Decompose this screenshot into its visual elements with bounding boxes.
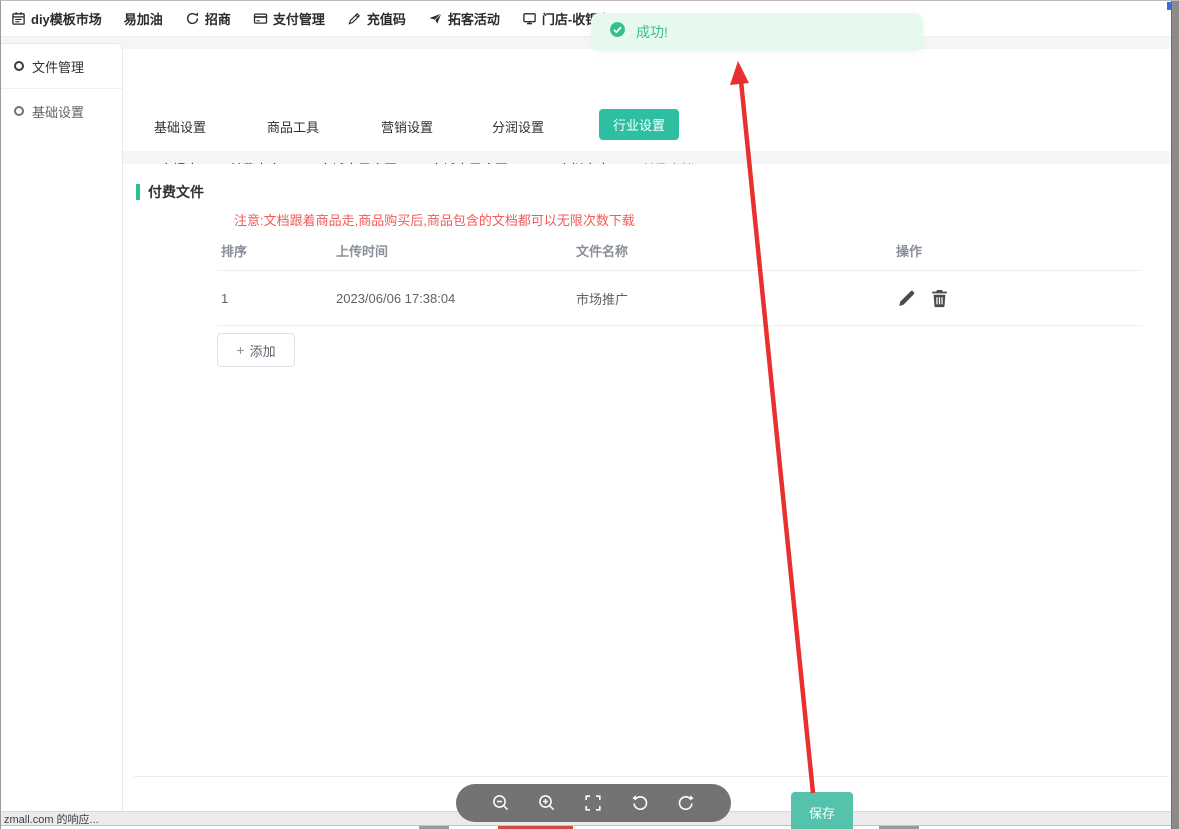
tab-basic-settings[interactable]: 基础设置 [154,117,206,136]
image-viewer-toolbar [456,784,731,822]
nav-item-yijiayou[interactable]: 易加油 [124,9,163,28]
files-table: 排序 上传时间 文件名称 操作 1 2023/06/06 17:38:04 市场… [217,230,1142,326]
top-navigation: diy模板市场 易加油 招商 支付管理 充值码 拓客活动 门店-收银台 [1,1,1173,37]
circle-icon [14,106,24,116]
cell-upload-time: 2023/06/06 17:38:04 [332,291,572,306]
card-icon [253,11,268,26]
cell-sort: 1 [217,291,332,306]
fullscreen-icon[interactable] [583,793,603,813]
save-button[interactable]: 保存 [791,792,853,829]
nav-item-label: 充值码 [367,9,406,28]
section-header: 付费文件 [136,182,204,202]
calendar-icon [11,11,26,26]
tab-product-tools[interactable]: 商品工具 [267,117,319,136]
nav-item-label: 招商 [205,9,231,28]
bottom-edge-line [1,825,1179,826]
toast-message: 成功! [636,22,668,42]
sidebar-item-label: 文件管理 [32,57,84,76]
section-accent-bar [136,184,140,200]
zoom-in-icon[interactable] [537,793,557,813]
nav-item-payment-management[interactable]: 支付管理 [253,9,325,28]
admin-settings-page: diy模板市场 易加油 招商 支付管理 充值码 拓客活动 门店-收银台 [0,0,1179,829]
sidebar: 文件管理 基础设置 [1,43,123,811]
nav-item-label: 拓客活动 [448,9,500,28]
nav-item-diy-template-market[interactable]: diy模板市场 [11,9,102,28]
zoom-out-icon[interactable] [491,793,511,813]
monitor-icon [522,11,537,26]
table-header-row: 排序 上传时间 文件名称 操作 [217,230,1142,271]
sidebar-item-label: 基础设置 [32,102,84,121]
tabs-card: 基础设置 商品工具 营销设置 分润设置 行业设置 自提点 付费内容 商城电子合同… [134,49,1169,151]
sidebar-item-basic-settings[interactable]: 基础设置 [1,89,122,133]
rotate-cw-icon[interactable] [676,793,696,813]
sidebar-item-file-management[interactable]: 文件管理 [1,44,122,89]
cell-actions [892,288,1142,309]
nav-item-customer-activity[interactable]: 拓客活动 [428,9,500,28]
notice-text: 注意:文档跟着商品走,商品购买后,商品包含的文档都可以无限次数下载 [234,210,635,229]
section-title: 付费文件 [148,182,204,202]
delete-icon[interactable] [929,288,950,309]
column-header-actions: 操作 [892,241,1142,260]
column-header-upload-time: 上传时间 [332,241,572,260]
circle-icon [14,61,24,71]
nav-item-label: 易加油 [124,9,163,28]
add-button[interactable]: + 添加 [217,333,295,367]
table-row: 1 2023/06/06 17:38:04 市场推广 [217,271,1142,326]
edit-icon[interactable] [896,288,917,309]
check-circle-icon [609,21,626,43]
tab-marketing-settings[interactable]: 营销设置 [381,117,433,136]
plane-icon [428,11,443,26]
success-toast: 成功! [591,13,923,51]
page-background-band [1,37,1179,49]
nav-item-label: diy模板市场 [31,9,102,28]
content-card: 付费文件 注意:文档跟着商品走,商品购买后,商品包含的文档都可以无限次数下载 排… [134,164,1169,777]
rotate-ccw-icon[interactable] [630,793,650,813]
column-header-sort: 排序 [217,241,332,260]
nav-item-label: 支付管理 [273,9,325,28]
nav-item-zhaoshang[interactable]: 招商 [185,9,231,28]
refresh-icon [185,11,200,26]
tab-industry-settings-active[interactable]: 行业设置 [599,109,679,140]
tab-profit-settings[interactable]: 分润设置 [492,117,544,136]
nav-item-recharge-code[interactable]: 充值码 [347,9,406,28]
vertical-scrollbar[interactable] [1171,1,1179,829]
cell-file-name: 市场推广 [572,289,892,308]
plus-icon: + [236,342,244,358]
column-header-file-name: 文件名称 [572,241,892,260]
scroll-edge-mark [1167,2,1172,10]
add-button-label: 添加 [250,341,276,360]
pen-icon [347,11,362,26]
